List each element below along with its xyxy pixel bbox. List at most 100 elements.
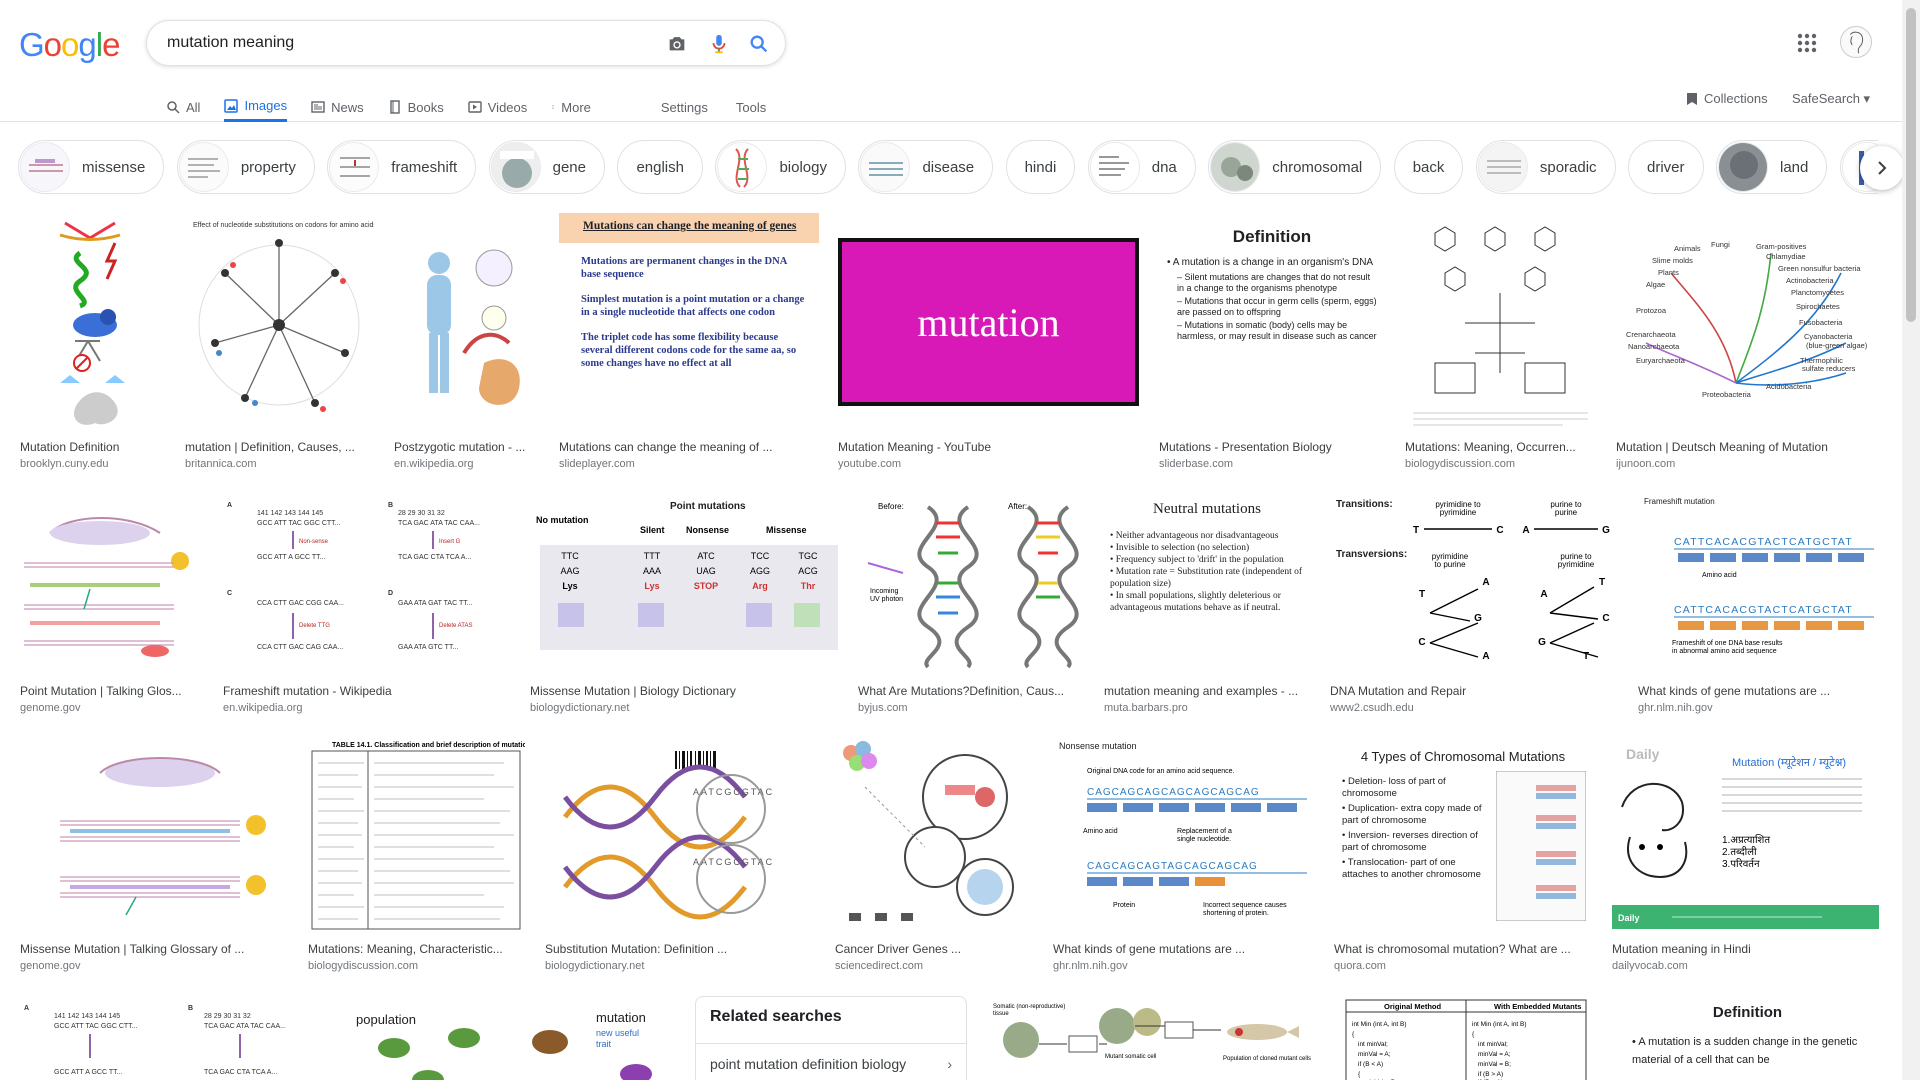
- result-source[interactable]: genome.gov: [20, 701, 203, 715]
- chip-disease[interactable]: disease: [858, 140, 994, 194]
- result-source[interactable]: en.wikipedia.org: [223, 701, 510, 715]
- tab-videos[interactable]: Videos: [468, 90, 527, 122]
- result-source[interactable]: genome.gov: [20, 959, 288, 973]
- result-card[interactable]: TABLE 14.1. Classification and brief des…: [308, 737, 525, 973]
- chip-land[interactable]: land: [1715, 140, 1828, 194]
- tab-news[interactable]: News: [311, 90, 364, 122]
- result-card[interactable]: population mutation new useful trait: [338, 996, 674, 1080]
- result-thumbnail[interactable]: [20, 493, 203, 675]
- result-thumbnail[interactable]: [20, 213, 165, 431]
- search-icon[interactable]: [747, 33, 771, 55]
- tab-more[interactable]: More: [551, 90, 591, 122]
- result-source[interactable]: sciencedirect.com: [835, 959, 1033, 973]
- result-caption[interactable]: Mutations - Presentation Biology: [1159, 439, 1385, 455]
- chip-sporadic[interactable]: sporadic: [1475, 140, 1616, 194]
- result-source[interactable]: dailyvocab.com: [1612, 959, 1879, 973]
- scrollbar-thumb[interactable]: [1906, 8, 1916, 322]
- result-source[interactable]: biologydiscussion.com: [308, 959, 525, 973]
- result-thumbnail[interactable]: Somatic (non-reproductive) tissue Populati…: [987, 996, 1316, 1080]
- result-thumbnail[interactable]: TABLE 14.1. Classification and brief des…: [308, 737, 525, 933]
- search-input[interactable]: [167, 29, 637, 57]
- result-thumbnail[interactable]: population mutation new useful trait: [338, 996, 674, 1080]
- result-card[interactable]: Neutral mutations • Neither advantageous…: [1104, 493, 1310, 715]
- result-caption[interactable]: What kinds of gene mutations are ...: [1053, 941, 1314, 957]
- chips-next-button[interactable]: [1860, 146, 1904, 190]
- result-source[interactable]: byjus.com: [858, 701, 1084, 715]
- result-source[interactable]: ijunoon.com: [1616, 457, 1879, 471]
- tab-books[interactable]: Books: [388, 90, 444, 122]
- result-thumbnail[interactable]: Definition • A mutation is a sudden chan…: [1616, 996, 1879, 1080]
- result-thumbnail[interactable]: A B 141 142 143 144 145 GCC ATT TAC GGC CTT…: [223, 493, 510, 675]
- result-thumbnail[interactable]: [835, 737, 1033, 933]
- result-thumbnail[interactable]: Definition • A mutation is a change in a…: [1159, 213, 1385, 431]
- result-card[interactable]: Mutation (म्यूटेशन / म्यूटेश्न) Daily 1.अ…: [1612, 737, 1879, 973]
- result-card[interactable]: Somatic (non-reproductive) tissue Populati…: [987, 996, 1316, 1080]
- settings-link[interactable]: Settings: [661, 90, 708, 122]
- chip-missense[interactable]: missense: [18, 140, 165, 194]
- result-thumbnail[interactable]: Transitions: Transversions: TCAGTAGCATCG…: [1330, 493, 1618, 675]
- result-caption[interactable]: Substitution Mutation: Definition ...: [545, 941, 815, 957]
- result-source[interactable]: www2.csudh.edu: [1330, 701, 1618, 715]
- chip-property[interactable]: property: [176, 140, 315, 194]
- result-card[interactable]: A B 141 142 143 144 145 GCC ATT TAC GGC CTT…: [223, 493, 510, 715]
- result-thumbnail[interactable]: AATCGCGTAC AATCGCGTAC: [545, 737, 815, 933]
- account-avatar[interactable]: [1840, 26, 1872, 58]
- result-caption[interactable]: Mutations: Meaning, Occurren...: [1405, 439, 1596, 455]
- result-source[interactable]: britannica.com: [185, 457, 374, 471]
- result-caption[interactable]: Mutation Definition: [20, 439, 165, 455]
- result-card[interactable]: Transitions: Transversions: TCAGTAGCATCG…: [1330, 493, 1618, 715]
- result-card[interactable]: Mutation Definition brooklyn.cuny.edu: [20, 213, 165, 471]
- result-caption[interactable]: Mutation Meaning - YouTube: [838, 439, 1139, 455]
- result-card[interactable]: 4 Types of Chromosomal Mutations • Delet…: [1334, 737, 1592, 973]
- result-caption[interactable]: Mutations: Meaning, Characteristic...: [308, 941, 525, 957]
- result-caption[interactable]: mutation meaning and examples - ...: [1104, 683, 1310, 699]
- result-caption[interactable]: DNA Mutation and Repair: [1330, 683, 1618, 699]
- chip-back[interactable]: back: [1393, 140, 1464, 194]
- result-thumbnail[interactable]: Point mutations No mutation Silent Nonsens…: [530, 493, 838, 675]
- result-caption[interactable]: Frameshift mutation - Wikipedia: [223, 683, 510, 699]
- result-source[interactable]: ghr.nlm.nih.gov: [1053, 959, 1314, 973]
- result-card[interactable]: mutation Mutation Meaning - YouTube yout…: [838, 213, 1139, 471]
- chip-english[interactable]: english: [617, 140, 703, 194]
- collections-link[interactable]: Collections: [1686, 91, 1768, 106]
- result-card[interactable]: Before: After: Incoming UV photon What Are …: [858, 493, 1084, 715]
- result-caption[interactable]: Mutation meaning in Hindi: [1612, 941, 1879, 957]
- result-caption[interactable]: Postzygotic mutation - ...: [394, 439, 539, 455]
- chip-frameshift[interactable]: frameshift: [327, 140, 477, 194]
- result-thumbnail[interactable]: [394, 213, 539, 431]
- chip-biology[interactable]: biology: [715, 140, 846, 194]
- result-thumbnail[interactable]: A B 141 142 143 144 145 GCC ATT TAC GGC CTT…: [20, 996, 318, 1080]
- result-caption[interactable]: Mutation | Deutsch Meaning of Mutation: [1616, 439, 1879, 455]
- result-card[interactable]: Mutations: Meaning, Occurren... biologyd…: [1405, 213, 1596, 471]
- result-thumbnail[interactable]: Neutral mutations • Neither advantageous…: [1104, 493, 1310, 675]
- result-caption[interactable]: Point Mutation | Talking Glos...: [20, 683, 203, 699]
- result-caption[interactable]: What kinds of gene mutations are ...: [1638, 683, 1879, 699]
- result-thumbnail[interactable]: Animals Fungi Slime molds Plants Algae Protoz…: [1616, 213, 1879, 431]
- chip-dna[interactable]: dna: [1087, 140, 1196, 194]
- result-source[interactable]: biologydictionary.net: [530, 701, 838, 715]
- tab-all[interactable]: All: [166, 90, 200, 122]
- result-card[interactable]: Definition • A mutation is a sudden chan…: [1616, 996, 1879, 1080]
- result-caption[interactable]: What is chromosomal mutation? What are .…: [1334, 941, 1592, 957]
- google-logo[interactable]: Google: [19, 26, 120, 64]
- result-card[interactable]: Mutations can change the meaning of gene…: [559, 213, 819, 471]
- result-thumbnail[interactable]: [20, 737, 288, 933]
- result-source[interactable]: biologydictionary.net: [545, 959, 815, 973]
- chip-hindi[interactable]: hindi: [1005, 140, 1076, 194]
- result-thumbnail[interactable]: Mutation (म्यूटेशन / म्यूटेश्न) Daily 1.अ…: [1612, 737, 1879, 933]
- tab-images[interactable]: Images: [224, 90, 288, 122]
- result-source[interactable]: biologydiscussion.com: [1405, 457, 1596, 471]
- result-card[interactable]: Frameshift mutation CATTCACACGTACTCATGCT…: [1638, 493, 1879, 715]
- result-thumbnail[interactable]: Effect of nucleotide substitutions on co…: [185, 213, 374, 431]
- result-thumbnail[interactable]: Frameshift mutation CATTCACACGTACTCATGCT…: [1638, 493, 1879, 675]
- result-source[interactable]: sliderbase.com: [1159, 457, 1385, 471]
- result-thumbnail[interactable]: Original Method With Embedded Mutants int …: [1336, 996, 1596, 1080]
- related-search-item[interactable]: point mutation definition biology ›: [696, 1043, 966, 1080]
- chip-driver[interactable]: driver: [1628, 140, 1704, 194]
- chip-gene[interactable]: gene: [488, 140, 605, 194]
- chip-chromosomal[interactable]: chromosomal: [1208, 140, 1382, 194]
- result-card[interactable]: A B 141 142 143 144 145 GCC ATT TAC GGC CTT…: [20, 996, 318, 1080]
- result-source[interactable]: muta.barbars.pro: [1104, 701, 1310, 715]
- result-card[interactable]: Missense Mutation | Talking Glossary of …: [20, 737, 288, 973]
- result-caption[interactable]: Missense Mutation | Biology Dictionary: [530, 683, 838, 699]
